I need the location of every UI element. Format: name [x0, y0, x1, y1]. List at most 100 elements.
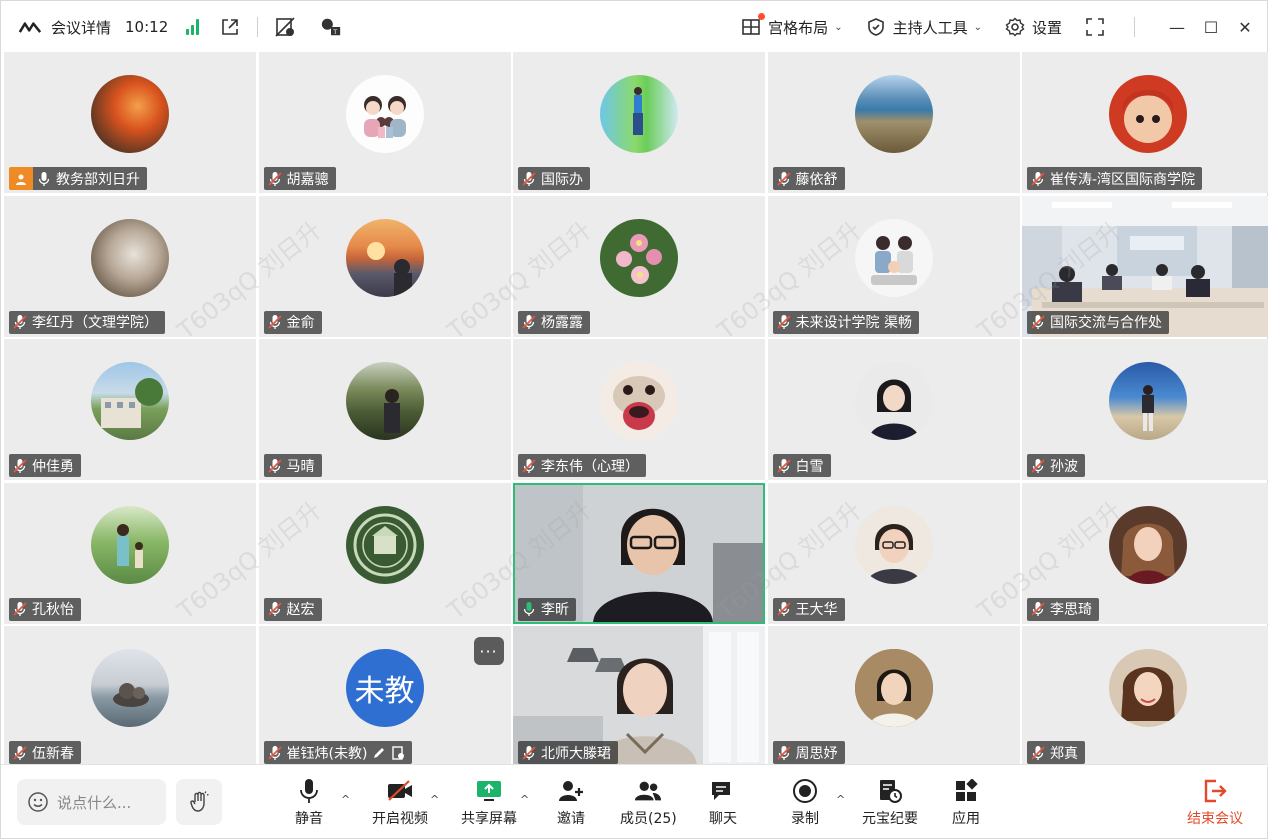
participant-tile[interactable]: 李思琦	[1022, 482, 1268, 624]
apps-grid-icon	[952, 777, 980, 805]
record-options-chevron-icon[interactable]: ^	[836, 793, 845, 806]
host-tools-dropdown[interactable]: 主持人工具 ⌄	[865, 16, 982, 38]
stop-recording-icon[interactable]	[274, 16, 296, 38]
meeting-minutes-button[interactable]: 元宝纪要	[862, 777, 918, 828]
video-options-chevron-icon[interactable]: ^	[430, 793, 439, 806]
avatar	[1109, 649, 1187, 727]
share-options-chevron-icon[interactable]: ^	[520, 793, 529, 806]
members-button[interactable]: 成员(25)	[620, 777, 677, 828]
participant-tile[interactable]: 伍新春	[4, 626, 256, 767]
mute-options-chevron-icon[interactable]: ^	[341, 793, 350, 806]
participant-name-tag: 国际办	[518, 167, 590, 190]
start-video-button[interactable]: 开启视频	[372, 777, 428, 828]
participant-tile[interactable]: 胡嘉骢	[258, 52, 511, 193]
participant-grid: 教务部刘日升 胡嘉骢 国际办 藤依舒 崔传涛-湾区国际商学院 李红丹（文理学院）…	[4, 52, 1268, 767]
participant-name: 崔钰炜(未教)	[286, 745, 368, 762]
microphone-muted-icon	[13, 602, 27, 616]
participant-tile[interactable]: 未来设计学院 渠畅	[767, 195, 1020, 337]
participant-tile[interactable]: 藤依舒	[767, 52, 1020, 193]
participant-tile[interactable]: 杨露露	[513, 195, 765, 337]
avatar	[91, 649, 169, 727]
participant-tile[interactable]: 崔传涛-湾区国际商学院	[1022, 52, 1268, 193]
chat-placeholder: 说点什么...	[57, 793, 132, 812]
top-bar-divider	[257, 17, 259, 37]
participant-tile[interactable]: 孔秋怡	[4, 482, 256, 624]
top-bar: 会议详情 10:12 T 宫格布局 ⌄ 主持人工具 ⌄ 设置 — ☐ ✕	[1, 1, 1267, 53]
members-label: 成员(25)	[620, 811, 677, 827]
video-off-icon	[386, 777, 414, 805]
translate-icon[interactable]: T	[320, 16, 342, 38]
more-options-button[interactable]: ···	[473, 637, 504, 665]
participant-tile[interactable]: 李东伟（心理）	[513, 339, 765, 480]
participant-tile[interactable]: 周思妤	[767, 626, 1020, 767]
app-logo-icon	[19, 16, 41, 38]
participant-name-tag: 国际交流与合作处	[1027, 310, 1169, 334]
participant-name: 藤依舒	[795, 171, 838, 188]
chat-button[interactable]: 聊天	[709, 777, 737, 828]
participant-name-tag: 李红丹（文理学院）	[9, 310, 165, 334]
participant-name-tag: 胡嘉骢	[263, 167, 336, 190]
participant-name-tag: 教务部刘日升	[33, 167, 147, 190]
participant-name: 王大华	[795, 602, 838, 618]
participant-tile-active-speaker[interactable]: 李昕	[513, 482, 765, 624]
minimize-icon[interactable]: —	[1169, 18, 1185, 37]
quick-chat-input[interactable]: 说点什么...	[17, 779, 166, 825]
avatar	[854, 362, 933, 440]
participant-tile[interactable]: 郑真	[1022, 626, 1268, 767]
chat-icon	[709, 777, 737, 805]
participant-name: 周思妤	[795, 745, 838, 762]
end-meeting-button[interactable]: 结束会议	[1187, 777, 1243, 828]
record-label: 录制	[791, 811, 819, 827]
participant-name: 李红丹（文理学院）	[32, 315, 158, 331]
notification-dot	[758, 13, 766, 20]
apps-button[interactable]: 应用	[952, 777, 980, 828]
participant-name-tag: 崔钰炜(未教)	[263, 741, 413, 764]
fullscreen-icon[interactable]	[1084, 16, 1106, 38]
participant-tile[interactable]: 李红丹（文理学院）	[4, 195, 256, 337]
participant-name: 李东伟（心理）	[541, 458, 639, 475]
layout-dropdown[interactable]: 宫格布局 ⌄	[740, 13, 843, 38]
avatar	[345, 362, 424, 440]
participant-tile[interactable]: 仲佳勇	[4, 339, 256, 480]
microphone-muted-icon	[776, 745, 791, 760]
participant-name-tag: 杨露露	[518, 310, 590, 334]
svg-text:T: T	[333, 28, 338, 36]
participant-tile[interactable]: 北师大滕珺	[513, 626, 765, 767]
participant-tile[interactable]: 未教 ··· 崔钰炜(未教)	[258, 626, 511, 767]
apps-label: 应用	[952, 811, 980, 827]
participant-tile[interactable]: 孙波	[1022, 339, 1268, 480]
hand-icon	[190, 791, 209, 812]
share-screen-button[interactable]: 共享屏幕	[461, 777, 517, 828]
microphone-muted-icon	[1031, 745, 1045, 760]
emoji-icon[interactable]	[27, 791, 49, 813]
invite-button[interactable]: 邀请	[557, 777, 585, 828]
participant-tile[interactable]: 赵宏	[258, 482, 511, 624]
microphone-muted-icon	[776, 602, 791, 616]
participant-tile[interactable]: 王大华	[767, 482, 1020, 624]
participant-tile[interactable]: 国际交流与合作处	[1022, 195, 1268, 337]
close-icon[interactable]: ✕	[1237, 18, 1253, 37]
participant-tile[interactable]: 国际办	[513, 52, 765, 193]
participant-name-tag: 伍新春	[9, 741, 81, 764]
raise-hand-button[interactable]	[176, 779, 222, 825]
participant-tile[interactable]: 金俞	[258, 195, 511, 337]
mute-button[interactable]: 静音	[295, 777, 323, 828]
participant-name: 北师大滕珺	[541, 745, 611, 762]
chevron-down-icon: ⌄	[834, 21, 843, 33]
meeting-time: 10:12	[125, 18, 169, 36]
maximize-icon[interactable]: ☐	[1203, 18, 1219, 37]
microphone-muted-icon	[267, 171, 282, 186]
participant-name-tag: 王大华	[772, 597, 845, 621]
meeting-info-button[interactable]: 会议详情	[51, 17, 111, 38]
settings-button[interactable]: 设置	[1004, 16, 1062, 38]
record-button[interactable]: 录制	[791, 777, 819, 828]
external-link-icon[interactable]	[219, 16, 241, 38]
grid-layout-icon	[740, 13, 766, 38]
participant-tile[interactable]: 马晴	[258, 339, 511, 480]
participant-tile[interactable]: 教务部刘日升	[4, 52, 256, 193]
avatar	[1109, 75, 1187, 153]
network-signal-icon[interactable]	[186, 19, 200, 35]
avatar: 未教	[345, 649, 424, 727]
participant-tile[interactable]: 白雪	[767, 339, 1020, 480]
participant-name: 马晴	[286, 458, 315, 475]
